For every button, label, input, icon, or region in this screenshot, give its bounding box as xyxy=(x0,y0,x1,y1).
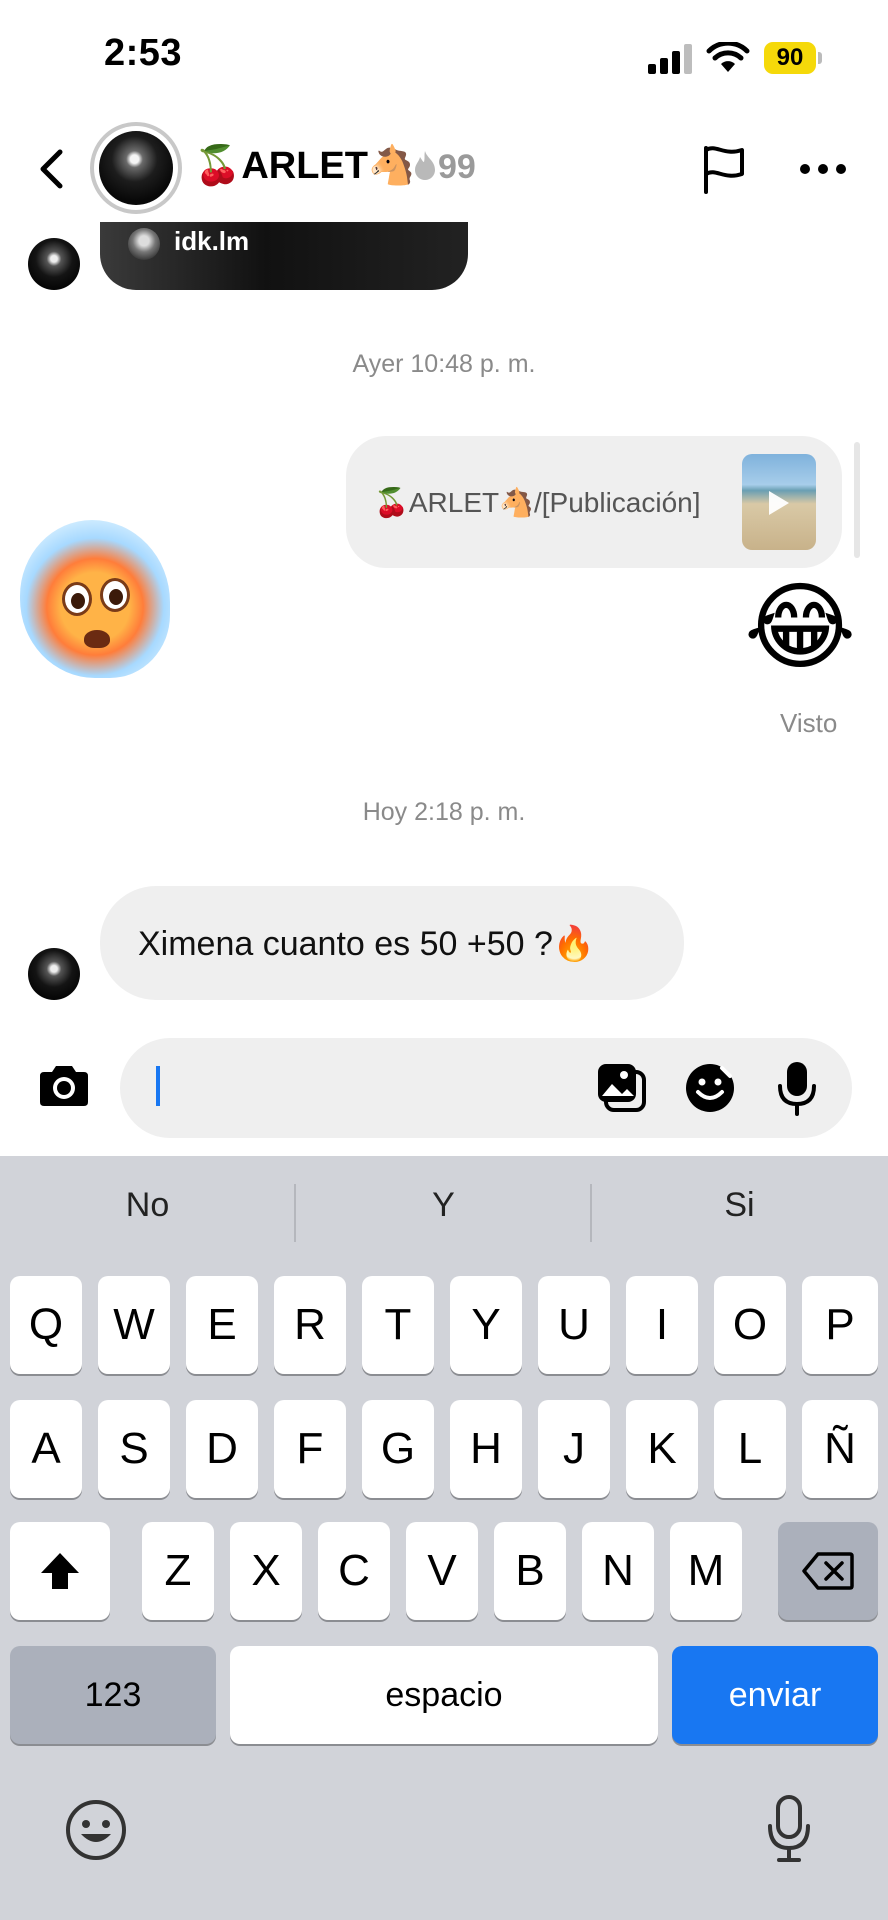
shift-icon xyxy=(41,1553,79,1589)
mic-icon[interactable] xyxy=(776,1060,818,1116)
key-enye[interactable]: Ñ xyxy=(802,1400,878,1498)
key-x[interactable]: X xyxy=(230,1522,302,1620)
key-n[interactable]: N xyxy=(582,1522,654,1620)
date-divider: Ayer 10:48 p. m. xyxy=(352,350,536,378)
sender-avatar[interactable] xyxy=(28,238,80,290)
suggestion-2[interactable]: Y xyxy=(296,1186,591,1225)
key-z[interactable]: Z xyxy=(142,1522,214,1620)
backspace-icon xyxy=(802,1552,854,1590)
sent-emoji-message[interactable]: 😂 xyxy=(744,580,856,676)
key-y[interactable]: Y xyxy=(450,1276,522,1374)
suggestion-3[interactable]: Si xyxy=(592,1186,887,1225)
key-i[interactable]: I xyxy=(626,1276,698,1374)
received-message-text: Ximena cuanto es 50 +50 ?🔥 xyxy=(138,925,596,963)
seen-status: Visto xyxy=(780,708,838,738)
send-key[interactable]: enviar xyxy=(672,1646,878,1744)
key-j[interactable]: J xyxy=(538,1400,610,1498)
key-f[interactable]: F xyxy=(274,1400,346,1498)
play-icon xyxy=(769,491,789,515)
key-q[interactable]: Q xyxy=(10,1276,82,1374)
sticker-eye-right xyxy=(100,578,130,612)
streak-badge: 99 xyxy=(412,148,476,187)
battery-cap xyxy=(818,52,822,64)
key-m[interactable]: M xyxy=(670,1522,742,1620)
contact-avatar[interactable] xyxy=(99,131,173,205)
camera-icon[interactable] xyxy=(36,1062,92,1110)
space-key[interactable]: espacio xyxy=(230,1646,658,1744)
more-horizontal-icon[interactable] xyxy=(798,162,848,176)
gallery-icon[interactable] xyxy=(596,1062,648,1114)
scroll-indicator xyxy=(854,442,860,558)
wifi-icon xyxy=(706,42,750,72)
shared-post-card[interactable]: idk.lm xyxy=(100,222,468,290)
suggestion-1[interactable]: No xyxy=(0,1186,295,1225)
text-cursor xyxy=(156,1066,160,1106)
key-p[interactable]: P xyxy=(802,1276,878,1374)
sender-avatar[interactable] xyxy=(28,948,80,1000)
key-b[interactable]: B xyxy=(494,1522,566,1620)
key-c[interactable]: C xyxy=(318,1522,390,1620)
key-h[interactable]: H xyxy=(450,1400,522,1498)
cellular-signal-icon xyxy=(648,44,692,74)
post-thumbnail[interactable] xyxy=(742,454,816,550)
shared-post-avatar xyxy=(128,228,160,260)
key-d[interactable]: D xyxy=(186,1400,258,1498)
key-o[interactable]: O xyxy=(714,1276,786,1374)
sticker-icon[interactable] xyxy=(684,1062,736,1114)
message-input[interactable] xyxy=(120,1038,852,1138)
flag-icon[interactable] xyxy=(700,144,748,194)
key-u[interactable]: U xyxy=(538,1276,610,1374)
sticker-eye-left xyxy=(62,582,92,616)
key-r[interactable]: R xyxy=(274,1276,346,1374)
emoji-icon[interactable] xyxy=(64,1798,128,1862)
key-a[interactable]: A xyxy=(10,1400,82,1498)
sticker-reaction[interactable] xyxy=(20,520,170,678)
streak-count: 99 xyxy=(438,148,476,186)
key-e[interactable]: E xyxy=(186,1276,258,1374)
key-v[interactable]: V xyxy=(406,1522,478,1620)
fire-icon xyxy=(415,151,435,180)
status-time: 2:53 xyxy=(104,32,183,74)
sticker-pupil xyxy=(109,589,123,605)
key-t[interactable]: T xyxy=(362,1276,434,1374)
key-k[interactable]: K xyxy=(626,1400,698,1498)
contact-name[interactable]: 🍒ARLET🐴 xyxy=(194,144,415,188)
shared-post-username: idk.lm xyxy=(174,226,250,256)
key-g[interactable]: G xyxy=(362,1400,434,1498)
chevron-left-icon[interactable] xyxy=(34,148,68,190)
battery-indicator: 90 xyxy=(764,42,816,74)
key-l[interactable]: L xyxy=(714,1400,786,1498)
dictation-mic-icon[interactable] xyxy=(766,1794,812,1864)
shift-key[interactable] xyxy=(10,1522,110,1620)
key-s[interactable]: S xyxy=(98,1400,170,1498)
sent-post-text: 🍒ARLET🐴/[Publicación] xyxy=(374,487,701,518)
sticker-mouth xyxy=(84,630,110,648)
numbers-key[interactable]: 123 xyxy=(10,1646,216,1744)
date-divider: Hoy 2:18 p. m. xyxy=(362,798,526,826)
delete-key[interactable] xyxy=(778,1522,878,1620)
sticker-pupil xyxy=(71,593,85,609)
key-w[interactable]: W xyxy=(98,1276,170,1374)
